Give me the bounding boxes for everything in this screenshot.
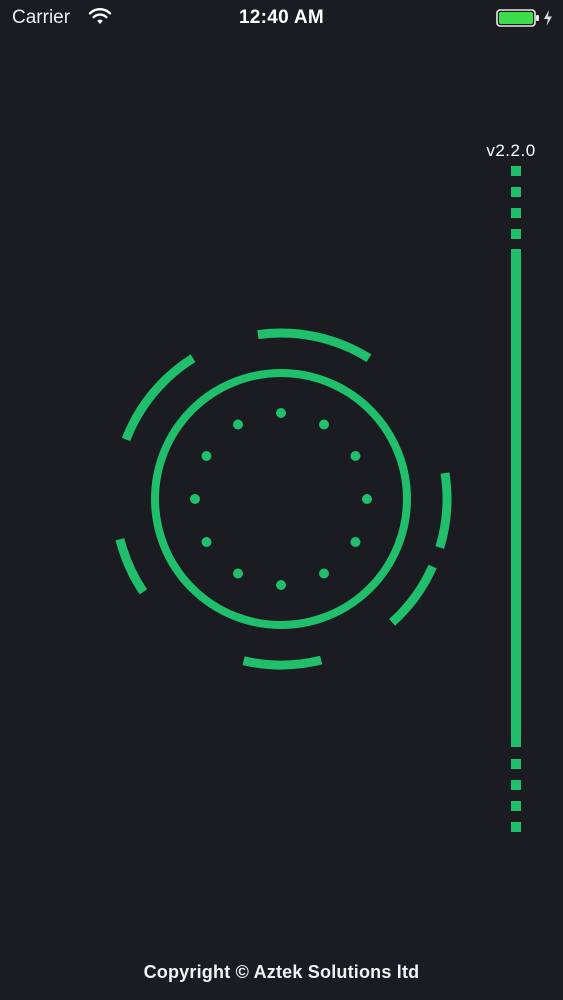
progress-segment xyxy=(511,166,521,176)
status-bar: Carrier 12:40 AM xyxy=(0,0,563,36)
loading-spinner-icon xyxy=(115,328,452,670)
progress-segment xyxy=(511,187,521,197)
progress-segment xyxy=(511,229,521,239)
battery-icon xyxy=(496,9,539,27)
copyright-text: Copyright © Aztek Solutions ltd xyxy=(143,962,420,982)
charging-bolt-icon xyxy=(544,10,552,26)
progress-segment xyxy=(511,780,521,790)
loader-arc xyxy=(242,655,323,670)
progress-track xyxy=(511,166,521,832)
loader-dot xyxy=(201,451,212,461)
loader-arc xyxy=(115,538,148,595)
loader-dot xyxy=(276,408,286,418)
loader-dot xyxy=(233,568,243,579)
progress-segment xyxy=(511,822,521,832)
loader-arc xyxy=(257,328,372,363)
loader-dot xyxy=(276,580,286,590)
loader-arc xyxy=(121,354,196,442)
loader-arc xyxy=(389,564,437,626)
progress-segment xyxy=(511,801,521,811)
progress-bar xyxy=(511,249,521,747)
version-label: v2.2.0 xyxy=(486,141,536,160)
progress-segment xyxy=(511,759,521,769)
loader-dot xyxy=(350,451,361,461)
loader-dot xyxy=(190,494,200,504)
loader-dot xyxy=(319,419,329,430)
status-time: 12:40 AM xyxy=(238,7,325,28)
loader-dot xyxy=(350,537,361,547)
progress-segment xyxy=(511,208,521,218)
loader-arc xyxy=(435,472,452,549)
loader-dot xyxy=(201,537,212,547)
loader-dot xyxy=(362,494,372,504)
loader-dot xyxy=(233,419,243,430)
loader-dot xyxy=(319,568,329,579)
